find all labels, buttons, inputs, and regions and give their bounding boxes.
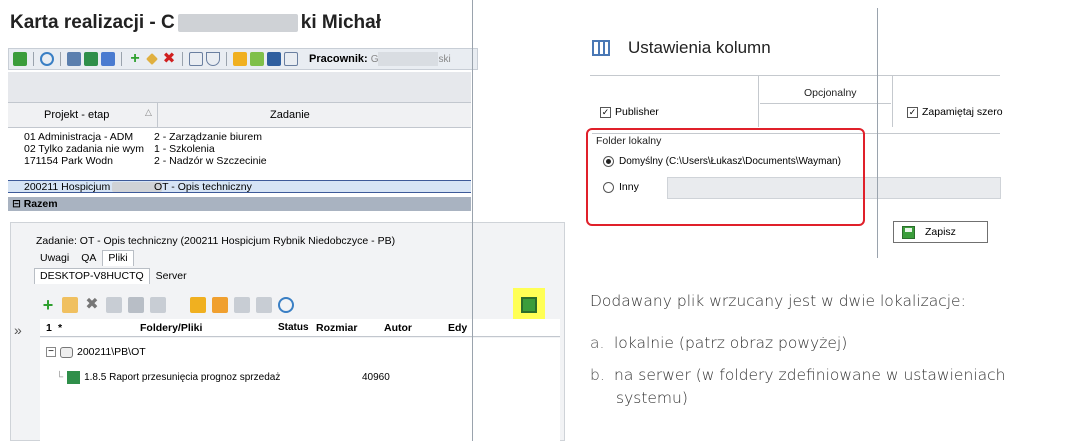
col-header-projekt[interactable]: Projekt - etap bbox=[44, 109, 109, 121]
move-icon[interactable] bbox=[150, 297, 166, 313]
table-row-selected[interactable]: 200211 Hospicjum OT - Opis techniczny bbox=[8, 180, 471, 193]
add-folder-icon[interactable] bbox=[62, 297, 78, 313]
save-button[interactable]: Zapisz bbox=[893, 221, 988, 243]
tab-pliki[interactable]: Pliki bbox=[102, 250, 134, 266]
task-caption: Zadanie: OT - Opis techniczny (200211 Ho… bbox=[36, 235, 396, 247]
folder-node[interactable]: − 200211\PB\OT bbox=[46, 346, 146, 358]
checkbox-checked-icon[interactable]: ✓ bbox=[907, 106, 918, 118]
list-item-continuation: systemu) bbox=[616, 389, 688, 407]
callout-frame bbox=[586, 128, 865, 226]
grid-group-area bbox=[8, 72, 471, 102]
save-icon[interactable] bbox=[13, 52, 27, 66]
checkbox-checked-icon[interactable]: ✓ bbox=[600, 106, 611, 118]
tab-server[interactable]: Server bbox=[150, 268, 193, 284]
export-icon[interactable] bbox=[101, 52, 115, 66]
edit-icon[interactable] bbox=[146, 53, 158, 65]
main-toolbar: + ✖ Pracownik: Gski bbox=[8, 48, 478, 70]
print-icon[interactable] bbox=[67, 52, 81, 66]
copy-icon[interactable] bbox=[234, 297, 250, 313]
publisher-checkbox[interactable]: ✓ Publisher bbox=[600, 106, 659, 118]
paste-icon[interactable] bbox=[256, 297, 272, 313]
redacted-name bbox=[177, 13, 298, 32]
open-icon[interactable] bbox=[106, 297, 122, 313]
columns-icon bbox=[592, 40, 610, 56]
file-node[interactable]: └ 1.8.5 Raport przesunięcia prognoz sprz… bbox=[56, 371, 280, 384]
location-tabs: DESKTOP-V8HUCTQ Server bbox=[34, 268, 193, 284]
folder-remove-icon[interactable] bbox=[212, 297, 228, 313]
expand-icon[interactable]: − bbox=[46, 347, 56, 357]
tab-uwagi[interactable]: Uwagi bbox=[34, 250, 75, 266]
files-header: 1 * Foldery/Pliki Status Rozmiar Autor E… bbox=[40, 319, 560, 337]
excel-file-icon bbox=[67, 371, 81, 384]
file-size: 40960 bbox=[362, 372, 390, 383]
shield-icon[interactable] bbox=[206, 52, 220, 66]
tab-desktop[interactable]: DESKTOP-V8HUCTQ bbox=[34, 268, 150, 284]
files-toolbar: + ✖ bbox=[40, 293, 510, 317]
folder-icon[interactable] bbox=[233, 52, 247, 66]
add-file-icon[interactable]: + bbox=[40, 296, 56, 314]
detail-tabs: Uwagi QA Pliki bbox=[34, 250, 134, 266]
grid-total-row: ⊟ Razem bbox=[8, 197, 471, 211]
divider-line bbox=[877, 8, 878, 258]
list-item: a. lokalnie (patrz obraz powyżej) bbox=[590, 334, 848, 352]
remember-width-checkbox[interactable]: ✓ Zapamiętaj szero bbox=[907, 106, 1003, 118]
database-icon bbox=[60, 346, 73, 358]
folder-add-icon[interactable] bbox=[190, 297, 206, 313]
mail-icon[interactable] bbox=[189, 52, 203, 66]
intro-paragraph: Dodawany plik wrzucany jest w dwie lokal… bbox=[590, 292, 966, 310]
columns-config bbox=[590, 75, 1000, 127]
collapse-chevron-icon[interactable]: » bbox=[14, 322, 22, 338]
settings-save-icon[interactable] bbox=[521, 297, 537, 313]
pracownik-value[interactable]: Gski bbox=[371, 52, 451, 66]
table-row[interactable]: 171154 Park Wodn 2 - Nadzór w Szczecinie bbox=[8, 155, 471, 167]
refresh-icon[interactable] bbox=[40, 52, 54, 66]
table-row[interactable]: 01 Administracja - ADM 2 - Zarządzanie bi… bbox=[8, 131, 471, 143]
window-title: Karta realizacji - Cki Michał bbox=[10, 12, 381, 33]
dialog-title: Ustawienia kolumn bbox=[628, 38, 771, 57]
upload-icon[interactable] bbox=[128, 297, 144, 313]
sync-icon[interactable] bbox=[278, 297, 294, 313]
add-icon[interactable]: + bbox=[128, 51, 142, 67]
sort-arrow-icon: △ bbox=[145, 107, 152, 117]
col-header-zadanie[interactable]: Zadanie bbox=[270, 109, 310, 121]
check-icon[interactable] bbox=[250, 52, 264, 66]
left-screenshot: Karta realizacji - Cki Michał + ✖ Pracow… bbox=[0, 0, 565, 441]
pracownik-label: Pracownik: bbox=[309, 53, 368, 65]
divider-line bbox=[472, 0, 473, 441]
list-item: b. na serwer (w foldery zdefiniowane w us… bbox=[590, 366, 1006, 384]
remove-icon[interactable]: ✖ bbox=[84, 297, 100, 313]
tab-qa[interactable]: QA bbox=[75, 250, 102, 266]
excel-icon[interactable] bbox=[84, 52, 98, 66]
optional-header: Opcjonalny bbox=[804, 87, 857, 99]
briefcase-icon[interactable] bbox=[267, 52, 281, 66]
delete-icon[interactable]: ✖ bbox=[162, 51, 176, 66]
window-icon[interactable] bbox=[284, 52, 298, 66]
save-icon bbox=[902, 225, 915, 239]
table-row[interactable]: 02 Tylko zadania nie wym 1 - Szkolenia bbox=[8, 143, 471, 155]
